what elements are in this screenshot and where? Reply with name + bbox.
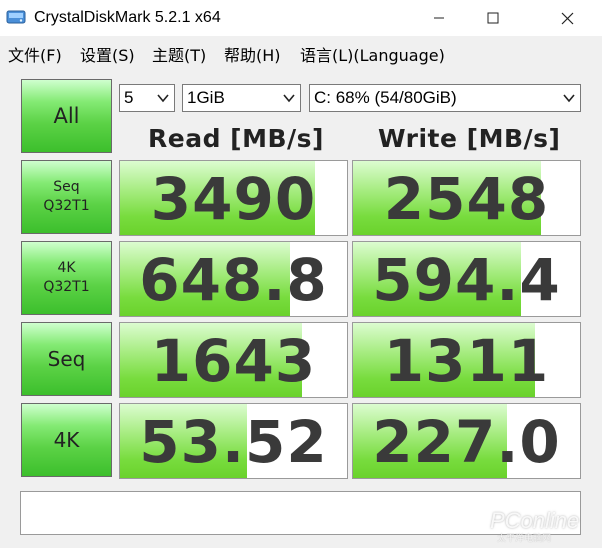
result-value: 3490 [150, 165, 317, 233]
menu-help[interactable]: 帮助(H) [224, 42, 281, 66]
chevron-down-icon [563, 94, 575, 103]
window-title: CrystalDiskMark 5.2.1 x64 [34, 9, 221, 26]
close-icon[interactable] [544, 0, 590, 36]
seq-read-result: 1643 [119, 322, 348, 398]
4k-q32t1-write-result: 594.4 [352, 241, 581, 317]
test-count-value: 5 [124, 88, 134, 107]
chevron-down-icon [157, 94, 169, 103]
seq-write-result: 1311 [352, 322, 581, 398]
result-value: 594.4 [372, 246, 561, 314]
test-count-select[interactable]: 5 [119, 84, 175, 112]
test-size-select[interactable]: 1GiB [182, 84, 301, 112]
drive-select[interactable]: C: 68% (54/80GiB) [309, 84, 581, 112]
result-value: 227.0 [372, 408, 561, 476]
menu-theme[interactable]: 主题(T) [152, 42, 206, 66]
result-value: 1643 [150, 327, 317, 395]
watermark-subtitle: 太平洋电脑网 [497, 534, 552, 544]
seq-q32t1-read-result: 3490 [119, 160, 348, 236]
write-header: Write [MB/s] [378, 124, 561, 153]
menu-file[interactable]: 文件(F) [8, 42, 62, 66]
4k-button[interactable]: 4K [21, 403, 112, 477]
drive-value: C: 68% (54/80GiB) [314, 88, 457, 107]
minimize-icon[interactable] [416, 0, 462, 36]
all-button[interactable]: All [21, 79, 112, 153]
menu-language[interactable]: 语言(L)(Language) [300, 42, 445, 66]
result-value: 2548 [383, 165, 550, 233]
4k-q32t1-read-result: 648.8 [119, 241, 348, 317]
seq-q32t1-button[interactable]: Seq Q32T1 [21, 160, 112, 234]
test-size-value: 1GiB [187, 88, 225, 107]
maximize-icon[interactable] [470, 0, 516, 36]
4k-q32t1-button[interactable]: 4K Q32T1 [21, 241, 112, 315]
4k-read-result: 53.52 [119, 403, 348, 479]
seq-q32t1-write-result: 2548 [352, 160, 581, 236]
result-value: 53.52 [139, 408, 328, 476]
result-value: 648.8 [139, 246, 328, 314]
read-header: Read [MB/s] [148, 124, 324, 153]
menu-settings[interactable]: 设置(S) [80, 42, 135, 66]
disk-icon [6, 10, 26, 24]
seq-button[interactable]: Seq [21, 322, 112, 396]
4k-write-result: 227.0 [352, 403, 581, 479]
menu-bar: 文件(F) 设置(S) 主题(T) 帮助(H) 语言(L)(Language) [0, 37, 602, 65]
title-bar[interactable]: CrystalDiskMark 5.2.1 x64 [0, 0, 602, 36]
result-value: 1311 [383, 327, 550, 395]
chevron-down-icon [283, 94, 295, 103]
